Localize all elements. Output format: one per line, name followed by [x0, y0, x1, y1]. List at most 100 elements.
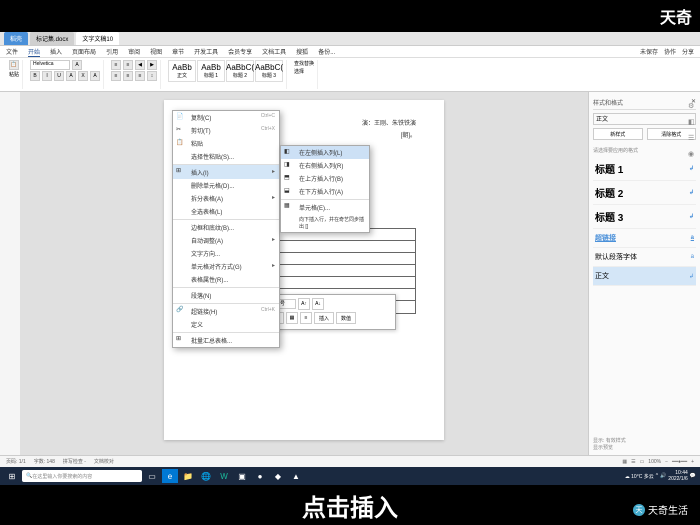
menu-beifen[interactable]: 备份...: [318, 47, 335, 56]
taskbar-search[interactable]: 🔍 在这里输入你要搜索的内容: [22, 470, 142, 482]
start-button[interactable]: ⊞: [4, 469, 20, 483]
paste-button[interactable]: 📋: [9, 60, 19, 70]
menu-shoukao[interactable]: 搜狐: [296, 47, 308, 56]
task-view-icon[interactable]: ▭: [144, 469, 160, 483]
align-right[interactable]: ≡: [135, 71, 145, 81]
side-icon[interactable]: ◉: [688, 150, 698, 160]
show-filter[interactable]: 显示: 有效样式: [593, 437, 696, 444]
sub-sync-insert[interactable]: 向下插入行，并在奇艺同步插出 []: [281, 214, 369, 232]
find-replace[interactable]: 查找替换: [294, 60, 314, 67]
menu-view[interactable]: 视图: [150, 47, 162, 56]
style-item-hyperlink[interactable]: 超链接a: [593, 229, 696, 248]
taskbar-app[interactable]: ▲: [288, 469, 304, 483]
menu-review[interactable]: 审阅: [128, 47, 140, 56]
side-icon[interactable]: ⚙: [688, 102, 698, 112]
zoom-slider[interactable]: ━━●━━: [672, 459, 687, 465]
style-h3[interactable]: AaBbC(标题 3: [255, 60, 283, 82]
tray-icon[interactable]: 🔊: [660, 473, 666, 479]
style-item-h1[interactable]: 标题 1↲: [593, 157, 696, 181]
menu-file[interactable]: 文件: [6, 47, 18, 56]
view-mode-icon[interactable]: ▭: [640, 459, 645, 465]
style-h2[interactable]: AaBbC(标题 2: [226, 60, 254, 82]
ctx-border[interactable]: 边框和底纹(B)...: [173, 219, 279, 234]
mini-insert[interactable]: 插入: [314, 312, 334, 324]
list-number[interactable]: ≡: [123, 60, 133, 70]
status-words[interactable]: 字数: 148: [34, 458, 55, 465]
mini-shrink-font[interactable]: A↓: [312, 298, 324, 310]
indent-inc[interactable]: ▶: [147, 60, 157, 70]
ctx-paragraph[interactable]: 段落(N): [173, 287, 279, 302]
font-select[interactable]: Helvetica: [30, 60, 70, 70]
taskbar-app[interactable]: W: [216, 469, 232, 483]
taskbar-app[interactable]: 📁: [180, 469, 196, 483]
taskbar-app[interactable]: e: [162, 469, 178, 483]
ctx-bookmarks[interactable]: ⊞批量汇总表格...: [173, 332, 279, 347]
ctx-insert[interactable]: ⊞插入(I)▸: [173, 164, 279, 179]
show-preview[interactable]: 显示预览: [593, 444, 696, 451]
mini-highlight[interactable]: ▦: [286, 312, 298, 324]
clock-date[interactable]: 2022/1/6: [668, 476, 687, 482]
underline-button[interactable]: U: [54, 71, 64, 81]
tab-doc2[interactable]: 文字文稿10: [76, 32, 119, 45]
tray-icon[interactable]: ^: [656, 473, 658, 479]
ctx-split[interactable]: 拆分表格(A)▸: [173, 192, 279, 205]
ctx-paste[interactable]: 📋粘贴: [173, 137, 279, 150]
style-h1[interactable]: AaBb标题 1: [197, 60, 225, 82]
view-mode-icon[interactable]: ▦: [622, 459, 627, 465]
btn-share[interactable]: 分享: [682, 47, 694, 56]
menu-dev[interactable]: 开发工具: [194, 47, 218, 56]
view-mode-icon[interactable]: ☰: [631, 459, 635, 465]
tab-doc1[interactable]: 标记集.docx: [30, 32, 74, 45]
menu-addon[interactable]: 会员专享: [228, 47, 252, 56]
indent-dec[interactable]: ◀: [135, 60, 145, 70]
notification-icon[interactable]: 💬: [690, 473, 696, 479]
taskbar-app[interactable]: ◆: [270, 469, 286, 483]
sub-insert-right-col[interactable]: ◨在右侧插入列(R): [281, 159, 369, 172]
style-normal[interactable]: AaBb正文: [168, 60, 196, 82]
menu-chapter[interactable]: 章节: [172, 47, 184, 56]
ctx-copy[interactable]: 📄复制(C)Ctrl+C: [173, 111, 279, 124]
ctx-table-props[interactable]: 表格属性(R)...: [173, 273, 279, 286]
sub-insert-cell[interactable]: ▦单元格(E)...: [281, 199, 369, 214]
select-btn[interactable]: 选择: [294, 68, 314, 75]
strike-button[interactable]: A: [66, 71, 76, 81]
ctx-define[interactable]: 定义: [173, 318, 279, 331]
ctx-hyperlink[interactable]: 🔗超链接(H)Ctrl+K: [173, 303, 279, 318]
zoom-level[interactable]: 100%: [648, 459, 661, 465]
tab-home[interactable]: 稻壳: [4, 32, 28, 45]
sub-insert-left-col[interactable]: ◧在左侧插入列(L): [281, 146, 369, 159]
mini-align[interactable]: ≡: [300, 312, 312, 324]
menu-doctools[interactable]: 文档工具: [262, 47, 286, 56]
btn-collab[interactable]: 协作: [664, 47, 676, 56]
status-docfix[interactable]: 文档校对: [94, 458, 114, 465]
status-page[interactable]: 页码: 1/1: [6, 458, 26, 465]
menu-layout[interactable]: 页面布局: [72, 47, 96, 56]
new-style-button[interactable]: 新样式: [593, 128, 643, 140]
side-icon[interactable]: ☰: [688, 134, 698, 144]
zoom-out-icon[interactable]: −: [665, 459, 668, 465]
ctx-cut[interactable]: ✂剪切(T)Ctrl+X: [173, 124, 279, 137]
taskbar-app[interactable]: ▣: [234, 469, 250, 483]
side-icon[interactable]: ◧: [688, 118, 698, 128]
weather-widget[interactable]: ☁ 10°C 多云: [625, 473, 654, 480]
ctx-delete-cell[interactable]: 删除单元格(D)...: [173, 179, 279, 192]
taskbar-app[interactable]: ●: [252, 469, 268, 483]
sub-insert-below-row[interactable]: ⬓在下方插入行(A): [281, 185, 369, 198]
current-style-select[interactable]: 正文: [593, 113, 696, 125]
mini-number[interactable]: 数值: [336, 312, 356, 324]
bold-button[interactable]: B: [30, 71, 40, 81]
ctx-select-all[interactable]: 全选表格(L): [173, 205, 279, 218]
line-spacing[interactable]: ↕: [147, 71, 157, 81]
style-item-body[interactable]: 正文↲: [593, 267, 696, 286]
italic-button[interactable]: I: [42, 71, 52, 81]
style-item-h2[interactable]: 标题 2↲: [593, 181, 696, 205]
color-button[interactable]: A: [90, 71, 100, 81]
mini-grow-font[interactable]: A↑: [298, 298, 310, 310]
ctx-paste-selective[interactable]: 选择性粘贴(S)...: [173, 150, 279, 163]
sup-button[interactable]: X: [78, 71, 88, 81]
ctx-cell-align[interactable]: 单元格对齐方式(G)▸: [173, 260, 279, 273]
style-item-default[interactable]: 默认段落字体a: [593, 248, 696, 267]
taskbar-app[interactable]: 🌐: [198, 469, 214, 483]
ctx-autofit[interactable]: 自动调整(A)▸: [173, 234, 279, 247]
status-spellcheck[interactable]: 拼写检查 -: [63, 458, 86, 465]
